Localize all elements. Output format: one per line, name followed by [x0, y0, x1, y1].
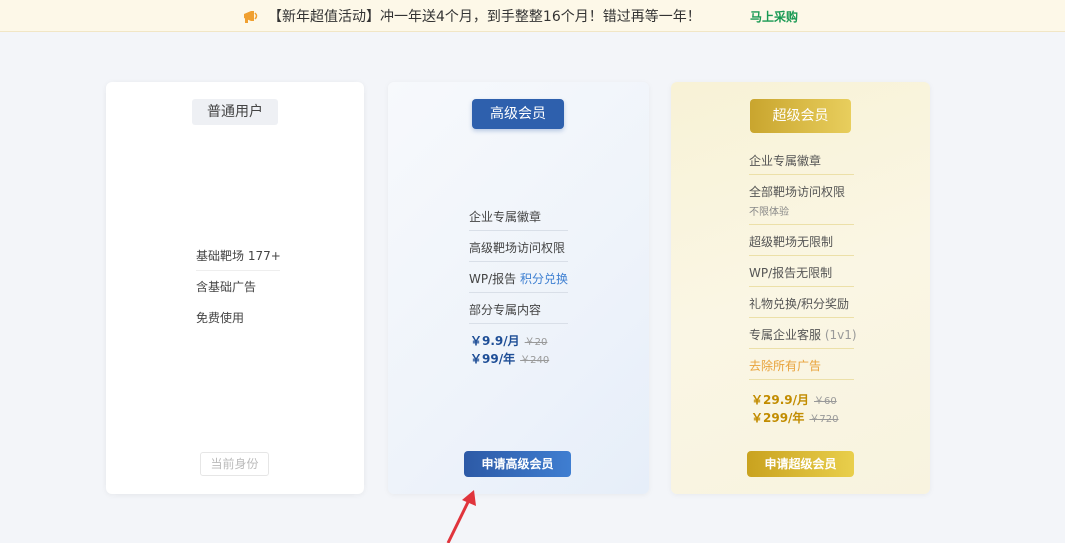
apply-pro-button[interactable]: 申请高级会员 — [464, 451, 571, 477]
buy-now-link[interactable]: 马上采购 — [750, 8, 798, 25]
wp-label: WP/报告 — [469, 272, 520, 286]
feature-item: 含基础广告 — [196, 280, 257, 294]
feature-item: 超级靶场无限制 — [749, 225, 854, 256]
points-exchange-link[interactable]: 积分兑换 — [520, 272, 568, 286]
feature-item: 高级靶场访问权限 — [469, 231, 568, 262]
feature-item: 基础靶场 177+ — [196, 240, 281, 271]
price-block-super: ￥29.9/月 ￥60 ￥299/年 ￥720 — [751, 391, 839, 427]
price-yearly-original: ￥240 — [520, 355, 550, 366]
feature-item: 企业专属徽章 — [749, 144, 854, 175]
feature-sublabel: 不限体验 — [749, 207, 789, 218]
price-yearly: ￥99/年 — [470, 352, 516, 366]
plan-card-super: 超级会员 企业专属徽章 全部靶场访问权限 不限体验 超级靶场无限制 WP/报告无限… — [671, 82, 930, 494]
price-monthly: ￥9.9/月 — [470, 334, 520, 348]
price-yearly: ￥299/年 — [751, 411, 805, 425]
price-yearly-original: ￥720 — [809, 414, 839, 425]
apply-super-button[interactable]: 申请超级会员 — [747, 451, 854, 477]
feature-item: 部分专属内容 — [469, 293, 568, 324]
promo-text: 【新年超值活动】冲一年送4个月，到手整整16个月！错过再等一年！ — [268, 9, 701, 25]
price-monthly-original: ￥60 — [814, 396, 837, 407]
red-arrow-icon — [446, 490, 476, 543]
feature-list-super: 企业专属徽章 全部靶场访问权限 不限体验 超级靶场无限制 WP/报告无限制 礼物兑… — [749, 144, 857, 380]
feature-item: WP/报告无限制 — [749, 256, 854, 287]
price-monthly: ￥29.9/月 — [751, 393, 809, 407]
feature-item: 全部靶场访问权限 不限体验 — [749, 175, 854, 225]
plan-title-pro: 高级会员 — [472, 99, 564, 129]
feature-note: (1v1) — [824, 328, 857, 342]
plan-title-super: 超级会员 — [750, 99, 851, 133]
feature-item-wp: WP/报告 积分兑换 — [469, 262, 568, 293]
promo-banner: 【新年超值活动】冲一年送4个月，到手整整16个月！错过再等一年！ 马上采购 — [0, 0, 1065, 32]
feature-item: 礼物兑换/积分奖励 — [749, 287, 854, 318]
plan-title-basic: 普通用户 — [192, 99, 278, 125]
price-monthly-original: ￥20 — [524, 337, 548, 348]
plan-card-basic: 普通用户 基础靶场 177+ 含基础广告 免费使用 当前身份 — [106, 82, 364, 494]
feature-item: 免费使用 — [196, 311, 245, 325]
feature-item: 去除所有广告 — [749, 349, 854, 380]
price-block-pro: ￥9.9/月 ￥20 ￥99/年 ￥240 — [470, 332, 549, 368]
feature-list-pro: 企业专属徽章 高级靶场访问权限 WP/报告 积分兑换 部分专属内容 — [469, 200, 568, 324]
plan-card-pro: 高级会员 企业专属徽章 高级靶场访问权限 WP/报告 积分兑换 部分专属内容 ￥… — [388, 82, 649, 494]
megaphone-icon — [244, 11, 258, 23]
current-status-button[interactable]: 当前身份 — [200, 452, 269, 476]
feature-item: 企业专属徽章 — [469, 200, 568, 231]
feature-label: 专属企业客服 — [749, 328, 822, 342]
feature-label: 全部靶场访问权限 — [749, 185, 846, 199]
feature-item: 专属企业客服 (1v1) — [749, 318, 857, 349]
feature-list-basic: 基础靶场 177+ 含基础广告 免费使用 — [196, 240, 281, 333]
